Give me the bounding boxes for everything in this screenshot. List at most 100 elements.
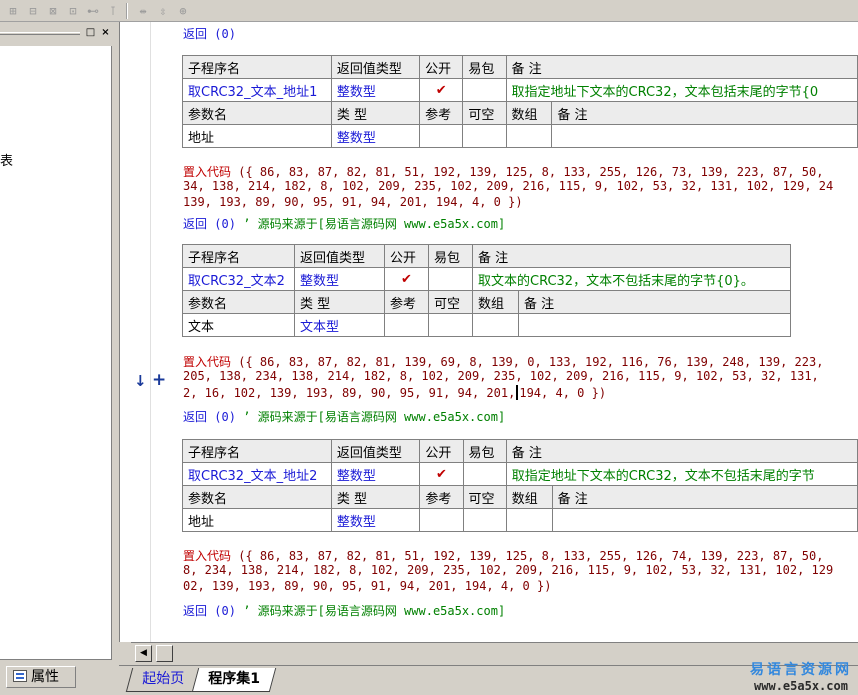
align-middle-icon[interactable]: ⊡ — [64, 2, 82, 20]
table-row[interactable]: 地址 整数型 — [182, 124, 858, 148]
param-nullable-cell[interactable] — [428, 313, 473, 337]
param-col-array: 数组 — [505, 101, 553, 125]
table-row[interactable]: 取CRC32_文本2 整数型 ✔ 取文本的CRC32，文本不包括末尾的字节{0}… — [182, 267, 791, 291]
subroutine-table[interactable]: 子程序名 返回值类型 公开 易包 备 注 取CRC32_文本2 整数型 ✔ 取文… — [182, 244, 791, 337]
param-note-cell[interactable] — [551, 124, 858, 148]
param-ref-cell[interactable] — [419, 508, 464, 532]
sub-note-cell[interactable]: 取文本的CRC32，文本不包括末尾的字节{0}。 — [472, 267, 791, 291]
code-line[interactable]: 02, 139, 193, 89, 90, 95, 91, 94, 201, 1… — [183, 579, 551, 593]
param-type-cell[interactable]: 整数型 — [330, 124, 421, 148]
param-nullable-cell[interactable] — [462, 124, 507, 148]
code-line[interactable]: 置入代码 ({ 86, 83, 87, 82, 81, 51, 192, 139… — [183, 547, 823, 564]
col-header-note: 备 注 — [505, 439, 858, 463]
param-note-cell[interactable] — [518, 313, 791, 337]
table-row[interactable]: 取CRC32_文本_地址2 整数型 ✔ 取指定地址下文本的CRC32，文本不包括… — [182, 462, 858, 486]
table-row[interactable]: 取CRC32_文本_地址1 整数型 ✔ 取指定地址下文本的CRC32，文本包括末… — [182, 78, 858, 102]
expand-plus-icon[interactable]: + — [152, 370, 166, 390]
param-col-type: 类 型 — [330, 485, 421, 509]
equal-height-icon[interactable]: ⊺ — [104, 2, 122, 20]
param-array-cell[interactable] — [505, 508, 553, 532]
code-line[interactable]: 置入代码 ({ 86, 83, 87, 82, 81, 139, 69, 8, … — [183, 353, 823, 370]
pin-icon[interactable]: □ — [84, 27, 97, 40]
return-line[interactable]: 返回 (0) ’ 源码来源于[易语言源码网 www.e5a5x.com] — [183, 215, 505, 232]
code-line[interactable]: 8, 234, 138, 214, 182, 8, 102, 209, 235,… — [183, 563, 833, 577]
public-check-icon[interactable]: ✔ — [419, 78, 464, 102]
tab-start-page[interactable]: 起始页 — [125, 668, 200, 692]
param-note-cell[interactable] — [551, 508, 858, 532]
param-type-cell[interactable]: 整数型 — [330, 508, 421, 532]
public-check-icon[interactable]: ✔ — [419, 462, 464, 486]
properties-tab-label: 属性 — [31, 669, 59, 685]
scroll-left-icon[interactable]: ◀ — [135, 645, 152, 662]
return-line[interactable]: 返回 (0) ’ 源码来源于[易语言源码网 www.e5a5x.com] — [183, 408, 505, 425]
code-text: 02, 139, 193, 89, 90, 95, 91, 94, 201, 1… — [183, 579, 552, 593]
public-check-icon[interactable]: ✔ — [384, 267, 429, 291]
tab-program-set-1[interactable]: 程序集1 — [191, 668, 276, 692]
horizontal-space-icon[interactable]: ⇹ — [134, 2, 152, 20]
param-array-cell[interactable] — [505, 124, 553, 148]
param-array-cell[interactable] — [472, 313, 519, 337]
code-keyword: 置入代码 — [183, 355, 232, 369]
horizontal-scrollbar[interactable]: ◀ — [131, 642, 858, 664]
code-line[interactable]: 34, 138, 214, 182, 8, 102, 209, 235, 102… — [183, 179, 833, 193]
toolbar-separator — [126, 3, 128, 19]
param-ref-cell[interactable] — [384, 313, 429, 337]
scroll-thumb[interactable] — [156, 645, 173, 662]
panel-tree[interactable]: 表 — [0, 46, 112, 660]
sub-rtype-cell[interactable]: 整数型 — [330, 78, 421, 102]
subroutine-table[interactable]: 子程序名 返回值类型 公开 易包 备 注 取CRC32_文本_地址1 整数型 ✔… — [182, 55, 858, 148]
easy-cell[interactable] — [428, 267, 473, 291]
return-args: (0) — [207, 27, 236, 41]
align-center-icon[interactable]: ⊟ — [24, 2, 42, 20]
sub-rtype-cell[interactable]: 整数型 — [330, 462, 421, 486]
equal-width-icon[interactable]: ⊷ — [84, 2, 102, 20]
sub-note-cell[interactable]: 取指定地址下文本的CRC32，文本包括末尾的字节{0 — [505, 78, 858, 102]
align-top-icon[interactable]: ⊠ — [44, 2, 62, 20]
sub-name-cell[interactable]: 取CRC32_文本_地址1 — [182, 78, 332, 102]
table-row[interactable]: 地址 整数型 — [182, 508, 858, 532]
close-icon[interactable]: × — [99, 27, 112, 40]
gutter-line — [150, 22, 151, 642]
param-header-row: 参数名 类 型 参考 可空 数组 备 注 — [182, 101, 858, 125]
breakpoint-arrow-icon[interactable]: ↓ — [134, 372, 147, 390]
code-editor[interactable]: 返回 (0) 子程序名 返回值类型 公开 易包 备 注 取CRC32_文本_地址… — [179, 22, 858, 642]
param-name-cell[interactable]: 地址 — [182, 124, 332, 148]
panel-scrollbar[interactable] — [112, 46, 119, 660]
param-col-array: 数组 — [472, 290, 519, 314]
param-name-cell[interactable]: 地址 — [182, 508, 332, 532]
tree-item-fragment[interactable]: 表 — [0, 150, 13, 169]
sub-rtype-cell[interactable]: 整数型 — [294, 267, 385, 291]
code-line[interactable]: 139, 193, 89, 90, 95, 91, 94, 201, 194, … — [183, 195, 523, 209]
easy-cell[interactable] — [462, 78, 507, 102]
code-line[interactable]: 205, 138, 234, 138, 214, 182, 8, 102, 20… — [183, 369, 819, 383]
code-text: 34, 138, 214, 182, 8, 102, 209, 235, 102… — [183, 179, 834, 193]
table-header-row: 子程序名 返回值类型 公开 易包 备 注 — [182, 439, 858, 463]
param-col-note: 备 注 — [518, 290, 791, 314]
param-nullable-cell[interactable] — [462, 508, 507, 532]
center-in-window-icon[interactable]: ⊕ — [174, 2, 192, 20]
col-header-note: 备 注 — [472, 244, 791, 268]
col-header-easy: 易包 — [462, 55, 507, 79]
param-ref-cell[interactable] — [419, 124, 464, 148]
code-line[interactable]: 置入代码 ({ 86, 83, 87, 82, 81, 51, 192, 139… — [183, 163, 823, 180]
easy-cell[interactable] — [462, 462, 507, 486]
return-line[interactable]: 返回 (0) — [183, 25, 236, 42]
properties-tab[interactable]: 属性 — [6, 666, 76, 688]
sub-note-cell[interactable]: 取指定地址下文本的CRC32，文本不包括末尾的字节 — [505, 462, 858, 486]
table-header-row: 子程序名 返回值类型 公开 易包 备 注 — [182, 244, 791, 268]
sub-name-cell[interactable]: 取CRC32_文本2 — [182, 267, 295, 291]
return-line[interactable]: 返回 (0) ’ 源码来源于[易语言源码网 www.e5a5x.com] — [183, 602, 505, 619]
code-line[interactable]: 2, 16, 102, 139, 193, 89, 90, 95, 91, 94… — [183, 385, 606, 400]
vertical-space-icon[interactable]: ⇳ — [154, 2, 172, 20]
align-left-icon[interactable]: ⊞ — [4, 2, 22, 20]
param-col-name: 参数名 — [182, 290, 295, 314]
param-name-cell[interactable]: 文本 — [182, 313, 295, 337]
param-type-cell[interactable]: 文本型 — [294, 313, 385, 337]
tab-start-page-label: 起始页 — [142, 671, 185, 687]
sub-name-cell[interactable]: 取CRC32_文本_地址2 — [182, 462, 332, 486]
table-row[interactable]: 文本 文本型 — [182, 313, 791, 337]
param-header-row: 参数名 类 型 参考 可空 数组 备 注 — [182, 290, 791, 314]
subroutine-table[interactable]: 子程序名 返回值类型 公开 易包 备 注 取CRC32_文本_地址2 整数型 ✔… — [182, 439, 858, 532]
properties-icon — [13, 670, 27, 682]
panel-grip[interactable] — [0, 32, 80, 35]
